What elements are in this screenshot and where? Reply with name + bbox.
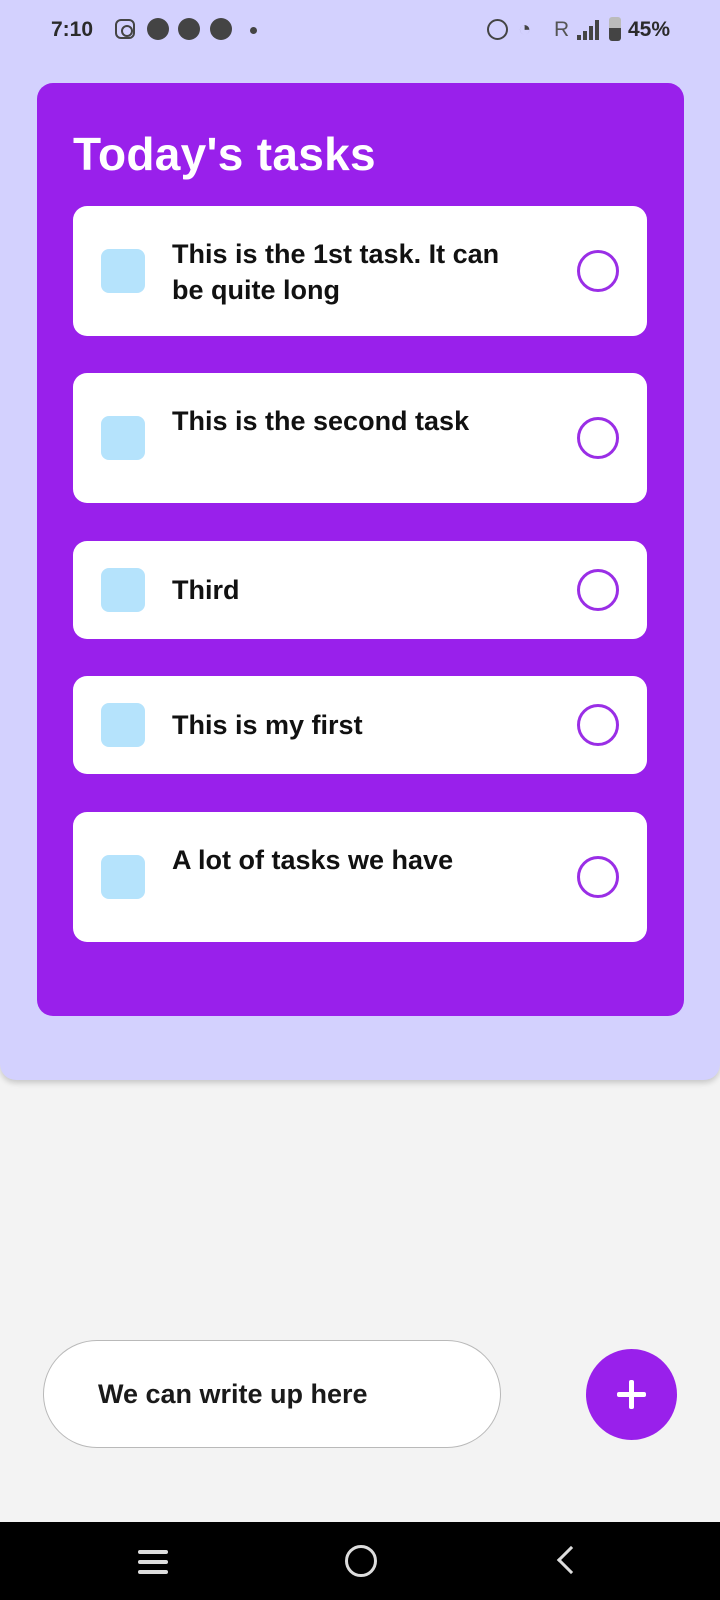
task-input[interactable] <box>43 1340 501 1448</box>
task-complete-circle-icon[interactable] <box>577 856 619 898</box>
app-notification-icon <box>210 18 232 40</box>
task-item[interactable]: Third <box>73 541 647 639</box>
recent-apps-icon[interactable] <box>138 1550 168 1574</box>
alarm-icon <box>487 19 508 40</box>
more-dot-icon <box>250 27 257 34</box>
back-icon[interactable] <box>556 1545 586 1575</box>
task-square-icon[interactable] <box>101 855 145 899</box>
navigation-bar <box>0 1522 720 1600</box>
wifi-icon: ◔ <box>518 16 532 41</box>
status-bar: 7:10 ◔ R 45% <box>0 0 720 60</box>
app-notification-icon <box>178 18 200 40</box>
task-text: This is my first <box>172 710 363 740</box>
task-square-icon[interactable] <box>101 249 145 293</box>
task-complete-circle-icon[interactable] <box>577 250 619 292</box>
task-complete-circle-icon[interactable] <box>577 569 619 611</box>
task-square-icon[interactable] <box>101 703 145 747</box>
app-notification-icon <box>147 18 169 40</box>
tasks-card: Today's tasks This is the 1st task. It c… <box>37 83 684 1016</box>
add-task-button[interactable] <box>586 1349 677 1440</box>
instagram-icon <box>115 19 135 39</box>
task-text: This is the second task <box>172 406 470 436</box>
top-panel: 7:10 ◔ R 45% Today's tasks This is the 1… <box>0 0 720 1080</box>
task-item[interactable]: This is the 1st task. It can be quite lo… <box>73 206 647 336</box>
task-square-icon[interactable] <box>101 568 145 612</box>
battery-icon <box>609 17 621 41</box>
battery-percent: 45% <box>628 18 671 41</box>
task-square-icon[interactable] <box>101 416 145 460</box>
task-item[interactable]: A lot of tasks we have <box>73 812 647 942</box>
task-item[interactable]: This is the second task <box>73 373 647 503</box>
task-text: This is the 1st task. It can be quite lo… <box>172 239 500 305</box>
status-time: 7:10 <box>51 18 94 41</box>
page-title: Today's tasks <box>73 128 376 180</box>
task-item[interactable]: This is my first <box>73 676 647 774</box>
network-label: R <box>554 18 570 41</box>
task-complete-circle-icon[interactable] <box>577 417 619 459</box>
signal-icon <box>577 20 601 40</box>
task-text: Third <box>172 575 240 605</box>
task-text: A lot of tasks we have <box>172 845 454 875</box>
home-icon[interactable] <box>345 1545 377 1577</box>
task-complete-circle-icon[interactable] <box>577 704 619 746</box>
